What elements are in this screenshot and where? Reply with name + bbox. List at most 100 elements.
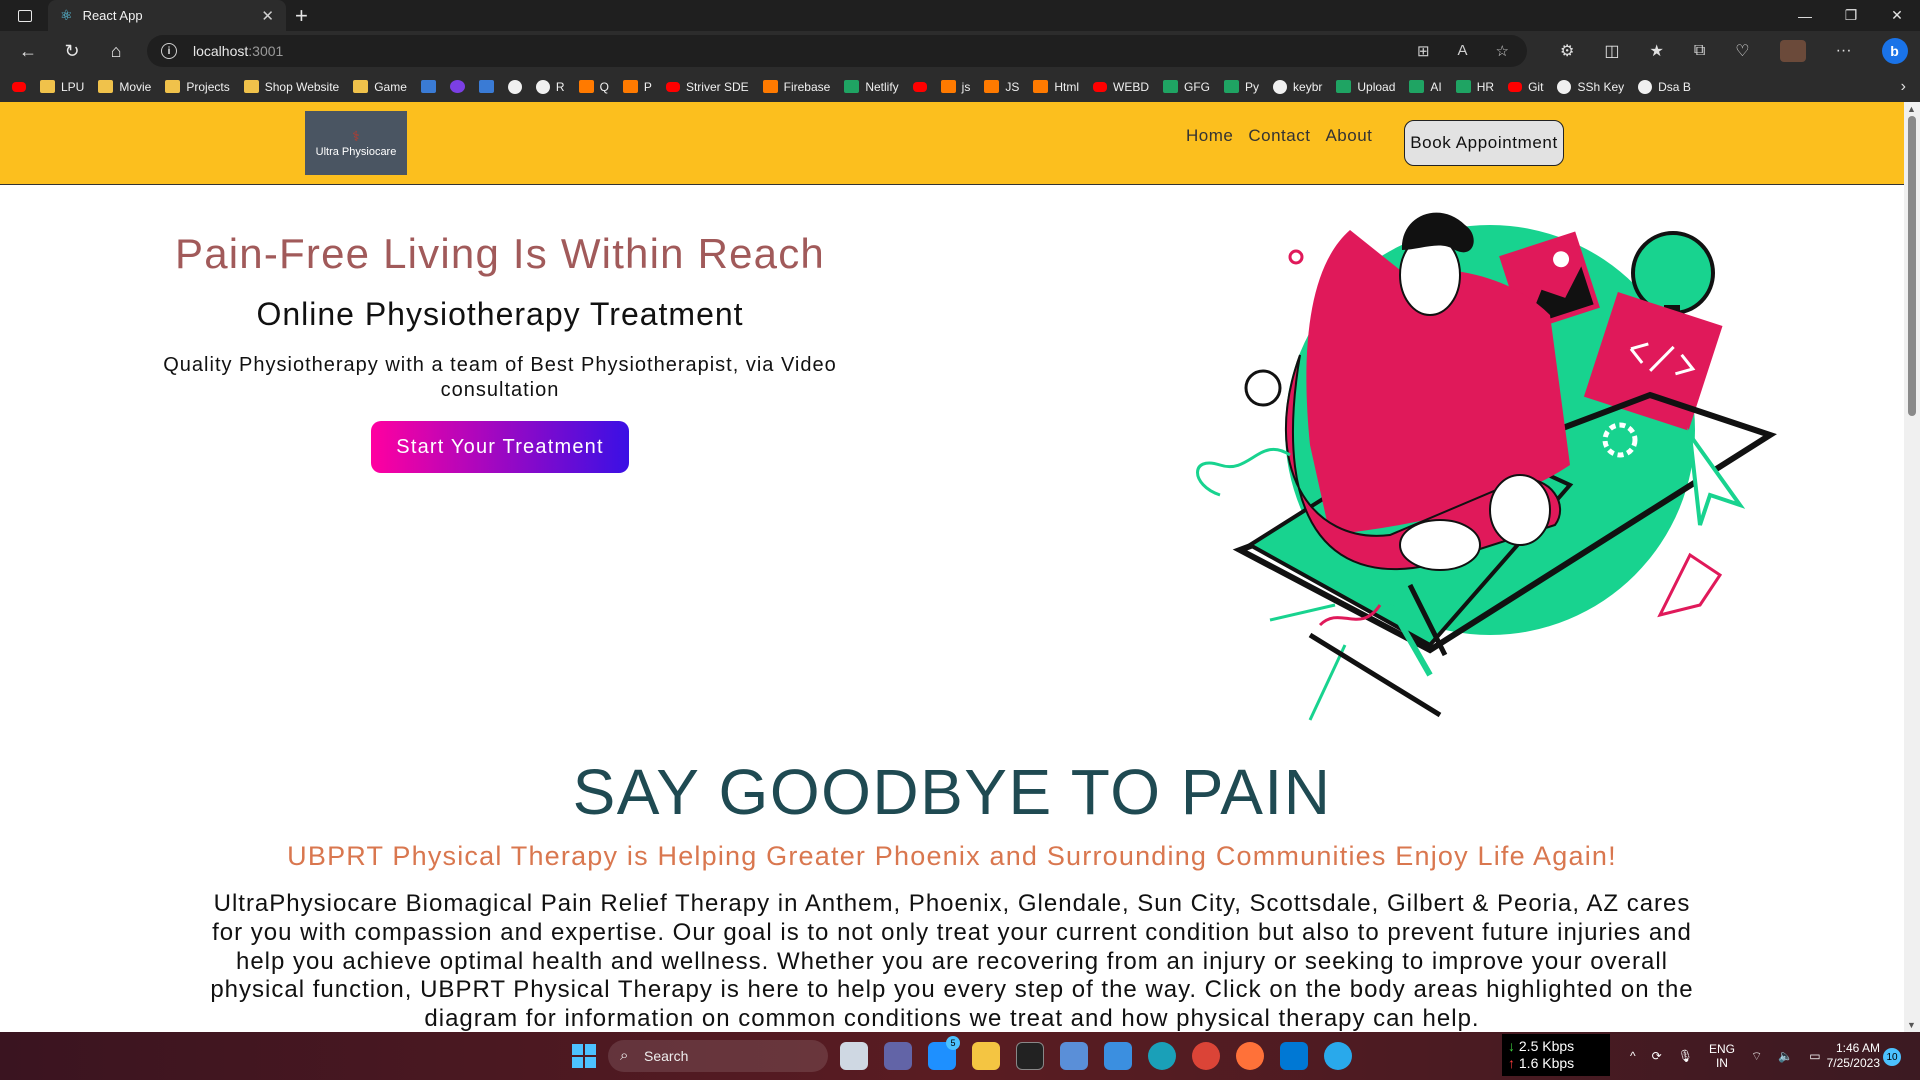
file-explorer-icon[interactable] [972, 1042, 1000, 1070]
bookmark-item[interactable]: Shop Website [243, 80, 339, 94]
firefox-icon[interactable] [1236, 1042, 1264, 1070]
github-icon [535, 79, 550, 94]
bookmark-item[interactable]: Striver SDE [665, 80, 749, 94]
scroll-up-icon[interactable]: ▲ [1907, 104, 1916, 114]
bookmark-item[interactable] [507, 79, 522, 94]
url-bar[interactable]: i localhost:3001 ⊞ A ☆ [147, 35, 1527, 67]
microphone-icon[interactable]: 🎙 [1678, 1049, 1693, 1063]
bookmark-item[interactable]: Game [353, 80, 407, 94]
chevron-up-icon[interactable]: ^ [1630, 1049, 1636, 1063]
windows-taskbar: ⌕ Search 5 ↓ 2.5 Kbps ↑ 1.6 Kbps ^ ⟳ 🎙 E… [0, 1032, 1920, 1080]
site-logo[interactable]: ⚕ Ultra Physiocare [305, 111, 407, 175]
bookmark-label: Q [599, 79, 609, 94]
close-window-button[interactable]: ✕ [1874, 0, 1920, 31]
chevron-right-icon[interactable]: › [1901, 78, 1906, 96]
bookmark-item[interactable] [912, 81, 927, 92]
edge-icon[interactable] [1148, 1042, 1176, 1070]
refresh-button[interactable]: ↻ [50, 41, 94, 62]
bookmark-item[interactable]: LPU [40, 80, 84, 94]
system-clock[interactable]: 1:46 AM 7/25/2023 [1812, 1041, 1880, 1071]
bookmark-item[interactable]: Html [1033, 80, 1079, 94]
section-tagline: UBPRT Physical Therapy is Helping Greate… [287, 841, 1617, 871]
performance-icon[interactable]: ♡ [1735, 41, 1749, 61]
more-menu-icon[interactable]: ··· [1836, 42, 1852, 60]
bing-copilot-icon[interactable]: b [1881, 38, 1908, 64]
youtube-icon [1508, 81, 1523, 92]
hero-description: Quality Physiotherapy with a team of Bes… [163, 354, 837, 401]
bookmark-item[interactable]: keybr [1273, 79, 1323, 94]
app-available-icon[interactable]: ⊞ [1417, 42, 1430, 60]
book-appointment-button[interactable]: Book Appointment [1404, 120, 1564, 166]
bookmark-label: Upload [1357, 79, 1396, 94]
nav-about[interactable]: About [1325, 126, 1372, 146]
green-line-shape [1269, 603, 1336, 622]
teams-icon[interactable] [884, 1042, 912, 1070]
browser-tab[interactable]: ⚛ React App ✕ [48, 0, 286, 31]
minimize-button[interactable]: — [1782, 0, 1828, 31]
page-scrollbar[interactable]: ▲ ▼ [1904, 102, 1920, 1032]
restore-button[interactable]: ❐ [1828, 0, 1874, 31]
bookmark-item[interactable]: JS [984, 80, 1019, 94]
nav-contact[interactable]: Contact [1248, 126, 1310, 146]
bookmark-item[interactable]: Firebase [762, 80, 830, 94]
language-indicator[interactable]: ENG IN [1709, 1042, 1735, 1070]
site-info-icon[interactable]: i [161, 43, 177, 59]
collections-icon[interactable]: ⧉ [1694, 42, 1705, 60]
task-view-icon[interactable] [840, 1042, 868, 1070]
back-button[interactable]: ← [6, 41, 50, 62]
bookmark-item[interactable]: Upload [1336, 80, 1395, 94]
read-aloud-icon[interactable]: A [1458, 42, 1468, 60]
bookmark-item[interactable]: WEBD [1093, 80, 1149, 94]
bookmark-item[interactable]: Netlify [844, 80, 899, 94]
tab-actions-button[interactable] [0, 0, 50, 31]
extensions-icon[interactable]: ⚙ [1560, 41, 1574, 61]
favorite-star-icon[interactable]: ☆ [1496, 42, 1509, 60]
sync-icon[interactable]: ⟳ [1652, 1049, 1662, 1063]
windows-start-icon[interactable] [572, 1044, 596, 1068]
bookmark-item[interactable]: js [940, 80, 970, 94]
split-screen-icon[interactable]: ◫ [1604, 41, 1619, 61]
wifi-icon[interactable]: ⌔ [1751, 1049, 1762, 1064]
bookmark-item[interactable]: Py [1224, 80, 1259, 94]
bookmark-item[interactable]: HR [1455, 80, 1494, 94]
scroll-down-icon[interactable]: ▼ [1907, 1020, 1916, 1030]
home-button[interactable]: ⌂ [94, 41, 138, 62]
folder-icon [353, 80, 369, 93]
bookmark-item[interactable] [420, 80, 436, 93]
chrome-icon[interactable] [1192, 1042, 1220, 1070]
bookmark-item[interactable]: R [535, 79, 565, 94]
close-tab-icon[interactable]: ✕ [261, 7, 274, 25]
bookmark-item[interactable]: SSh Key [1557, 79, 1624, 94]
bookmark-label: keybr [1293, 79, 1323, 94]
bookmark-item[interactable]: Dsa B [1638, 79, 1691, 94]
bookmark-item[interactable]: AI [1409, 80, 1442, 94]
volume-icon[interactable]: 🔈 [1778, 1049, 1793, 1063]
notification-badge[interactable]: 10 [1883, 1048, 1901, 1066]
bookmark-item[interactable] [449, 80, 465, 93]
upload-arrow-icon: ↑ [1508, 1055, 1515, 1071]
bookmark-item[interactable]: Git [1508, 80, 1543, 94]
bookmark-item[interactable]: P [622, 80, 652, 94]
vscode-icon[interactable] [1280, 1042, 1308, 1070]
bookmark-item[interactable]: Q [578, 79, 609, 94]
favorites-icon[interactable]: ★ [1649, 41, 1663, 61]
terminal-icon[interactable] [1016, 1042, 1044, 1070]
mail-icon[interactable]: 5 [928, 1036, 960, 1070]
new-tab-button[interactable]: + [295, 3, 308, 29]
pink-shape [1657, 552, 1723, 618]
notepad-icon[interactable] [1104, 1042, 1132, 1070]
nav-home[interactable]: Home [1186, 126, 1233, 146]
bookmark-item[interactable]: GFG [1163, 80, 1210, 94]
start-treatment-button[interactable]: Start Your Treatment [371, 421, 629, 473]
bookmark-item[interactable]: Projects [165, 80, 230, 94]
tab-title: React App [82, 8, 143, 23]
telegram-icon[interactable] [1324, 1042, 1352, 1070]
taskbar-search[interactable]: ⌕ Search [608, 1040, 828, 1072]
bookmark-item[interactable] [12, 81, 26, 92]
calculator-icon[interactable] [1060, 1042, 1088, 1070]
bookmark-item[interactable]: Movie [98, 80, 151, 94]
bookmark-item[interactable] [478, 80, 494, 93]
scroll-thumb[interactable] [1908, 116, 1916, 416]
profile-avatar[interactable] [1779, 40, 1806, 62]
person-hand-right [1489, 474, 1551, 546]
